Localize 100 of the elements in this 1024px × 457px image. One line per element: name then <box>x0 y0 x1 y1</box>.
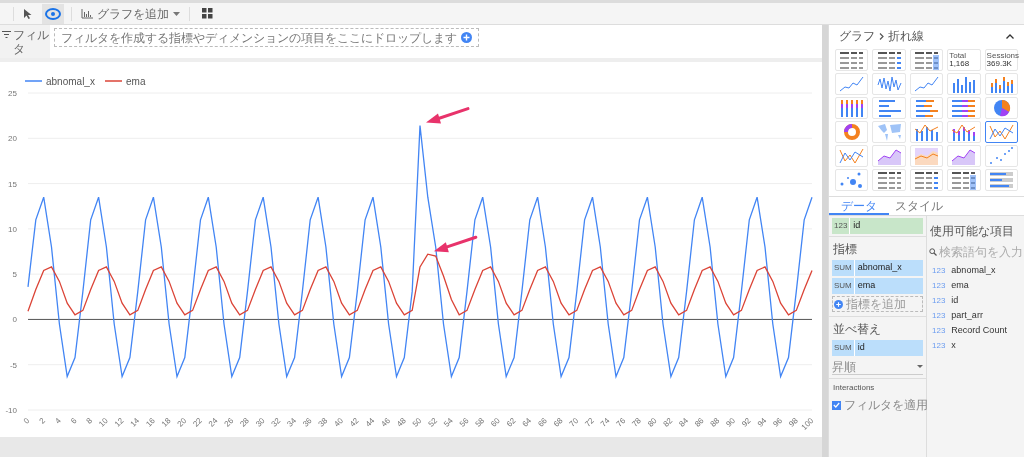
field-chip[interactable]: SUM id <box>832 340 923 356</box>
x-axis-label: 22 <box>191 416 204 429</box>
chart-type-icon <box>875 49 903 71</box>
field-type-label: 123 <box>932 295 946 307</box>
y-axis-label: 20 <box>8 134 17 144</box>
x-axis-label: 98 <box>787 416 800 429</box>
collapse-icon[interactable] <box>1006 33 1014 39</box>
field-list-item[interactable]: 123 part_arr <box>927 310 1024 322</box>
x-axis-label: 42 <box>348 416 361 429</box>
field-name: abnomal_x <box>951 264 996 278</box>
section-title: 使用可能な項目 <box>929 223 1015 240</box>
x-axis-label: 20 <box>175 416 189 429</box>
caret-icon <box>917 365 923 368</box>
section-title: 並べ替え <box>832 321 882 338</box>
field-name: Record Count <box>951 324 1007 338</box>
field-name: ema <box>856 279 877 293</box>
breadcrumb-item[interactable]: グラフ <box>839 27 875 45</box>
chart-type-icon <box>913 49 940 71</box>
field-name: part_arr <box>951 309 983 323</box>
field-name: id <box>856 341 866 355</box>
field-type-label: 123 <box>932 280 946 292</box>
chart-type-button[interactable] <box>984 121 1018 143</box>
x-axis-label: 74 <box>598 416 612 429</box>
field-chip[interactable]: SUM ema <box>832 278 923 294</box>
x-axis-label: 62 <box>504 416 518 429</box>
x-axis-label: 24 <box>206 416 220 429</box>
x-axis-label: 10 <box>97 416 110 429</box>
x-axis-label: 32 <box>269 416 283 429</box>
x-axis-label: 40 <box>332 416 345 429</box>
x-axis-label: 60 <box>489 416 502 429</box>
bar-chart-icon <box>81 8 93 19</box>
x-axis-label: 76 <box>614 416 628 429</box>
field-list-item[interactable]: 123 abnomal_x <box>927 265 1024 277</box>
caret-icon <box>173 11 180 16</box>
x-axis-label: 2 <box>37 416 48 426</box>
x-axis-label: 28 <box>238 416 251 429</box>
x-axis-label: 54 <box>442 416 455 429</box>
field-type-label: 123 <box>932 310 946 322</box>
legend-label: ema <box>126 75 146 87</box>
x-axis-label: 48 <box>395 416 408 429</box>
x-axis-label: 90 <box>724 416 737 429</box>
scorecard-label: Sessions <box>986 52 1020 60</box>
x-axis-label: 14 <box>128 416 142 429</box>
field-list-item[interactable]: 123 Record Count <box>927 325 1024 337</box>
search-field[interactable]: 検索語句を入力 <box>927 244 1024 260</box>
x-axis-label: 44 <box>363 416 377 429</box>
field-list-item[interactable]: 123 ema <box>927 280 1024 292</box>
x-axis-label: 18 <box>159 416 173 429</box>
chart-type-icon <box>950 97 978 119</box>
grid-icon <box>201 8 213 19</box>
sort-order-dropdown[interactable]: 昇順 <box>832 359 923 375</box>
x-axis-label: 92 <box>740 416 753 429</box>
x-axis-label: 16 <box>144 416 157 429</box>
filter-label: フィルタ <box>13 28 50 56</box>
add-chart-button[interactable]: グラフを追加 <box>79 3 182 24</box>
x-axis-label: 82 <box>661 416 675 429</box>
field-type-label: 123 <box>932 340 946 352</box>
breadcrumb-item: 折れ線 <box>888 28 924 45</box>
x-axis-label: 68 <box>551 416 565 429</box>
checkbox-label: フィルタを適用 <box>844 397 928 414</box>
toolbar-button[interactable] <box>42 3 64 24</box>
x-axis-label: 86 <box>693 416 706 429</box>
arrow <box>433 235 478 253</box>
chart-type-icon <box>913 97 940 119</box>
field-list-item[interactable]: 123 x <box>927 340 1024 352</box>
x-axis-label: 88 <box>708 416 722 429</box>
filter-icon <box>2 31 11 38</box>
chart-type-button[interactable]: Sessions 369.3K <box>984 49 1018 71</box>
x-axis-label: 38 <box>316 416 330 429</box>
panel-tab[interactable]: スタイル <box>889 197 949 215</box>
checkbox[interactable] <box>832 400 841 410</box>
scorecard-label: Total <box>949 52 967 60</box>
field-chip[interactable]: 123 id <box>832 218 923 234</box>
x-axis-label: 26 <box>222 416 236 429</box>
aggregation-label: SUM <box>832 260 855 276</box>
y-axis-label: -10 <box>5 406 17 415</box>
x-axis-label: 94 <box>755 416 769 429</box>
search-icon <box>929 248 937 256</box>
field-list-item[interactable]: 123 id <box>927 295 1024 307</box>
chart-type-icon <box>875 169 903 191</box>
x-axis-label: 34 <box>285 416 298 429</box>
x-axis-label: 56 <box>457 416 471 429</box>
add-icon <box>834 299 843 309</box>
x-axis-label: 78 <box>630 416 643 429</box>
eye-icon <box>45 7 61 20</box>
field-chip[interactable]: SUM abnomal_x <box>832 260 923 276</box>
aggregation-label: SUM <box>832 278 855 294</box>
chevron-right-icon <box>879 32 884 40</box>
chart-type-icon <box>987 169 1015 191</box>
x-axis-label: 58 <box>473 416 487 429</box>
x-axis-label: 8 <box>84 416 95 426</box>
y-axis-label: 15 <box>8 179 17 189</box>
x-axis-label: 66 <box>536 416 549 429</box>
chart-type-button[interactable]: Total 1,168 <box>947 49 981 71</box>
x-axis-label: 100 <box>799 416 816 432</box>
x-axis-label: 72 <box>583 416 596 429</box>
scorecard-value: 369.3K <box>986 60 1012 68</box>
x-axis-label: 36 <box>301 416 314 429</box>
section-title: 指標 <box>832 241 858 258</box>
field-name: abnomal_x <box>856 261 903 275</box>
